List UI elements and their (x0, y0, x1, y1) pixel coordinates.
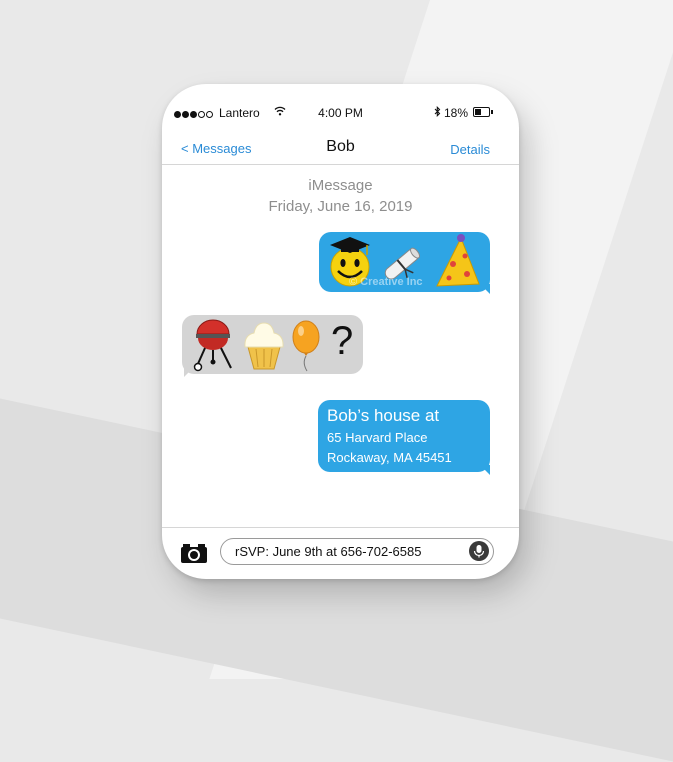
message-text: 65 Harvard Place (327, 430, 428, 445)
status-bar: Lantero 4:00 PM 18% (162, 104, 519, 122)
message-text: Rockaway, MA 45451 (327, 450, 452, 465)
bluetooth-icon (434, 105, 441, 120)
message-bubble-outgoing[interactable]: © Creative Inc (319, 232, 490, 292)
microphone-icon[interactable] (469, 541, 489, 561)
cupcake-emoji (244, 322, 284, 370)
bubble-tail (480, 284, 490, 294)
bubble-tail (480, 465, 490, 475)
question-mark: ? (331, 319, 354, 363)
message-bubble-incoming[interactable]: ? (182, 315, 363, 374)
grill-emoji (193, 319, 232, 372)
details-link[interactable]: Details (450, 142, 490, 157)
message-text: Bob’s house at (327, 406, 440, 425)
message-input[interactable]: rSVP: June 9th at 656-702-6585 (220, 538, 494, 565)
compose-bar: rSVP: June 9th at 656-702-6585 (162, 527, 519, 579)
thread-date: Friday, June 16, 2019 (268, 198, 413, 215)
balloon-emoji (292, 320, 320, 372)
message-bubble-outgoing[interactable]: Bob’s house at 65 Harvard Place Rockaway… (318, 400, 490, 472)
party-hat-emoji (436, 234, 480, 287)
camera-icon[interactable] (180, 542, 208, 564)
service-label: iMessage (308, 177, 373, 194)
bubble-tail (184, 367, 194, 377)
conversation-header: < Messages Bob Details (162, 132, 519, 165)
battery-percentage: 18% (444, 106, 469, 120)
phone-screen: Lantero 4:00 PM 18% < Messages Bob Detai… (162, 84, 519, 579)
message-input-value: rSVP: June 9th at 656-702-6585 (235, 544, 422, 559)
battery-icon (473, 107, 493, 117)
watermark: © Creative Inc (349, 276, 423, 288)
